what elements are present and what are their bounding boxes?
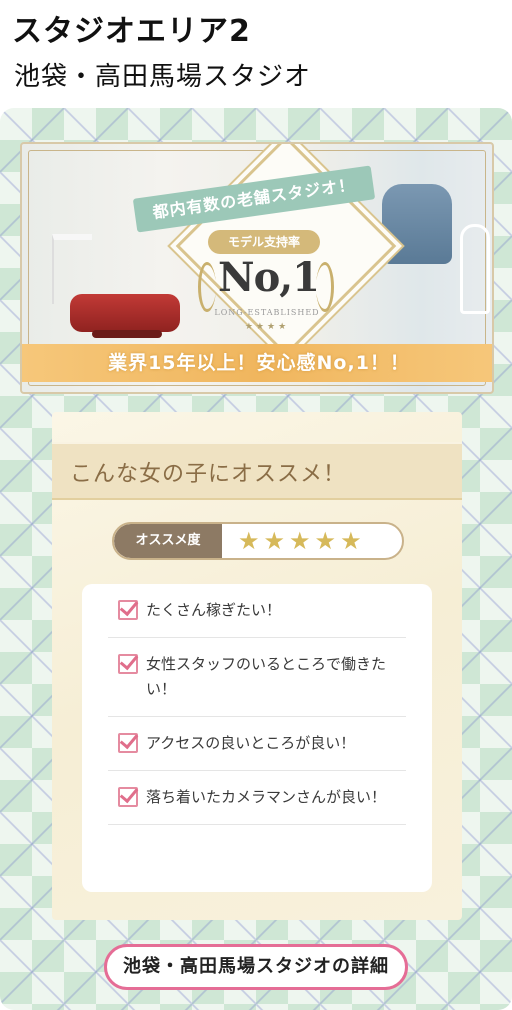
recommend-header: こんな女の子にオススメ！ xyxy=(52,442,462,500)
rank-text: No,1 xyxy=(218,254,320,301)
section-header: スタジオエリア2 池袋・高田馬場スタジオ xyxy=(0,0,512,100)
recommend-panel: こんな女の子にオススメ！ オススメ度 ★★★★★ たくさん稼ぎたい！ 女性スタッ… xyxy=(52,412,462,920)
badge-stars: ★★★★ xyxy=(244,322,290,332)
area-title: スタジオエリア2 xyxy=(12,14,251,49)
list-item: アクセスの良いところが良い！ xyxy=(108,717,406,771)
banner-strip: 業界15年以上！安心感No,1！！ xyxy=(22,344,492,382)
blue-chair-image xyxy=(382,184,452,264)
checkbox-checked-icon xyxy=(118,600,138,620)
model-support-label: モデル支持率 xyxy=(208,230,320,254)
list-item-text: アクセスの良いところが良い！ xyxy=(146,734,356,752)
red-sofa-image xyxy=(70,294,180,332)
list-item-text: 落ち着いたカメラマンさんが良い！ xyxy=(146,788,387,806)
recommend-title: こんな女の子にオススメ！ xyxy=(70,462,347,487)
studio-detail-button[interactable]: 池袋・高田馬場スタジオの詳細 xyxy=(104,944,408,990)
laurel-right-icon xyxy=(316,262,334,312)
area-subtitle: 池袋・高田馬場スタジオ xyxy=(14,62,312,92)
checkbox-checked-icon xyxy=(118,733,138,753)
list-item: たくさん稼ぎたい！ xyxy=(108,584,406,638)
rating-label: オススメ度 xyxy=(114,524,222,558)
list-item: 落ち着いたカメラマンさんが良い！ xyxy=(108,771,406,825)
long-established-text: LONG-ESTABLISHED xyxy=(214,308,320,317)
checkbox-checked-icon xyxy=(118,654,138,674)
white-chair-image xyxy=(460,224,490,314)
laurel-left-icon xyxy=(198,262,216,312)
list-item-text: たくさん稼ぎたい！ xyxy=(146,601,282,619)
checkbox-checked-icon xyxy=(118,787,138,807)
rating-stars-icon: ★★★★★ xyxy=(238,527,366,555)
recommend-rating: オススメ度 ★★★★★ xyxy=(112,522,404,560)
studio-banner-image: 都内有数の老舗スタジオ！ モデル支持率 No,1 LONG-ESTABLISHE… xyxy=(20,142,494,394)
list-item: 女性スタッフのいるところで働きたい！ xyxy=(108,638,406,717)
list-item-text: 女性スタッフのいるところで働きたい！ xyxy=(146,655,387,698)
recommend-list: たくさん稼ぎたい！ 女性スタッフのいるところで働きたい！ アクセスの良いところが… xyxy=(82,584,432,892)
sofa-base-image xyxy=(92,330,162,338)
